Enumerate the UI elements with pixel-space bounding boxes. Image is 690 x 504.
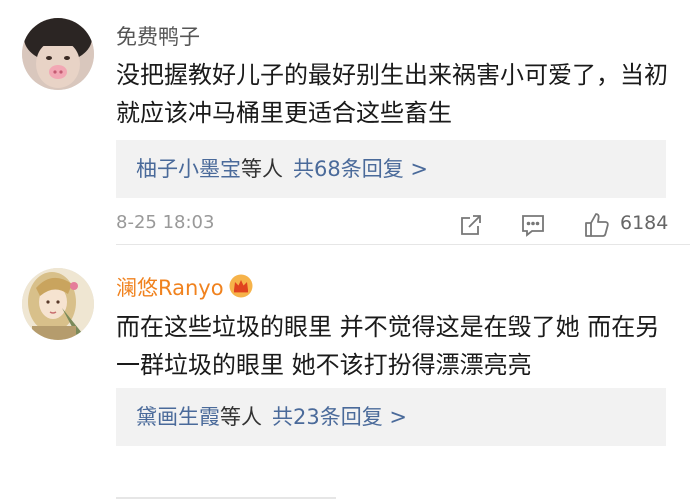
like-icon[interactable] <box>582 210 612 240</box>
username-label: 澜悠Ranyo <box>116 276 224 300</box>
reply-users[interactable]: 黛画生霞 <box>136 405 220 429</box>
comment-text: 没把握教好儿子的最好别生出来祸害小可爱了，当初就应该冲马桶里更适合这些畜生 <box>116 61 668 127</box>
reply-count-link[interactable]: 共68条回复 > <box>293 157 428 181</box>
share-icon[interactable] <box>456 210 486 240</box>
comment-item: 免费鸭子 没把握教好儿子的最好别生出来祸害小可爱了，当初就应该冲马桶里更适合这些… <box>0 0 690 244</box>
reply-preview[interactable]: 黛画生霞等人 共23条回复 > <box>116 388 666 446</box>
username[interactable]: 澜悠Ranyo <box>116 274 254 304</box>
username[interactable]: 免费鸭子 <box>116 24 200 50</box>
reply-count-link[interactable]: 共23条回复 > <box>272 405 407 429</box>
avatar-image <box>22 268 94 340</box>
reply-preview[interactable]: 柚子小墨宝等人 共68条回复 > <box>116 140 666 198</box>
avatar-image <box>22 18 94 90</box>
reply-suffix: 等人 <box>241 157 283 181</box>
comment-icon[interactable] <box>518 210 548 240</box>
comment-text: 而在这些垃圾的眼里 并不觉得这是在毁了她 而在另一群垃圾的眼里 她不该打扮得漂漂… <box>116 313 660 379</box>
comment-actions: 8-25 18:03 6184 <box>116 210 669 240</box>
comment-item: 澜悠Ranyo 而在这些垃圾的眼里 并不觉得这是在毁了她 而在另一群垃圾的眼里 … <box>0 244 690 504</box>
avatar[interactable] <box>22 18 94 90</box>
like-count: 6184 <box>620 212 669 234</box>
reply-users[interactable]: 柚子小墨宝 <box>136 157 241 181</box>
avatar[interactable] <box>22 268 94 340</box>
timestamp: 8-25 18:03 <box>116 212 215 233</box>
bottom-divider <box>116 497 336 499</box>
crown-badge-icon <box>228 274 254 304</box>
reply-suffix: 等人 <box>220 405 262 429</box>
